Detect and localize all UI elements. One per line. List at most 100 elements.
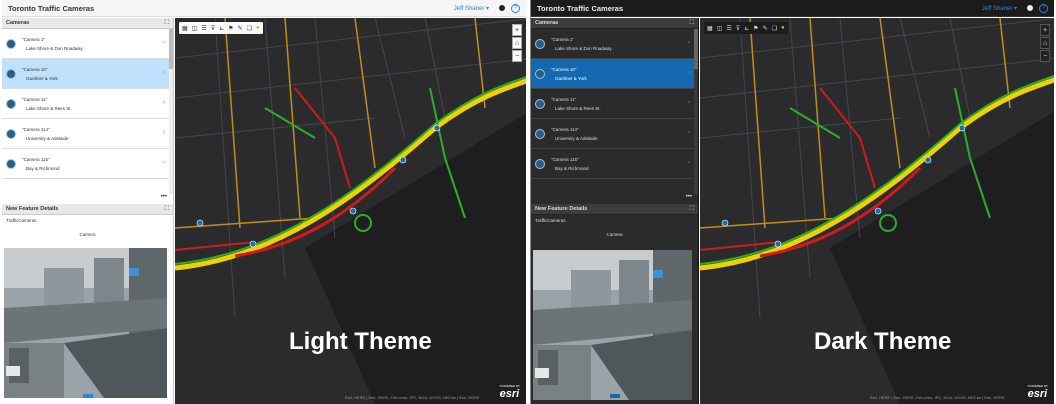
camera-name: "Camera 11": [551, 96, 577, 102]
measure-icon[interactable]: ⊾: [219, 25, 224, 32]
list-item[interactable]: "Camera 114" University & Adelaide ›: [2, 119, 173, 149]
list-item[interactable]: "Camera 115" Bay & Richmond ›: [531, 149, 698, 179]
map-view[interactable]: ▦ ◫ ☰ ⊽ ⊾ ⚑ ✎ ❏ ● + ⌂ − Dark Theme Esri,…: [700, 18, 1054, 404]
layer-name: TrafficCameras: [535, 218, 566, 223]
user-menu[interactable]: Jeff Shaner ▾: [982, 5, 1017, 12]
zoom-in-button[interactable]: +: [1040, 24, 1050, 36]
cameras-panel-title: Cameras: [535, 20, 559, 26]
edit-icon[interactable]: ❏: [772, 25, 777, 32]
expand-icon[interactable]: ⛶: [165, 206, 169, 213]
legend-icon[interactable]: ☰: [726, 25, 731, 32]
camera-location: University & Adelaide: [26, 135, 69, 141]
camera-name: "Camera 114": [22, 126, 50, 132]
filter-icon[interactable]: ⊽: [211, 25, 215, 32]
camera-name: "Camera 11": [22, 96, 48, 102]
cameras-panel-header: Cameras ⛶: [531, 18, 698, 29]
list-item[interactable]: "Camera 1" Lake Shore & Don Roadway ›: [531, 29, 698, 59]
measure-icon[interactable]: ⊾: [744, 25, 749, 32]
chevron-right-icon: ›: [163, 100, 165, 106]
camera-icon: [6, 98, 16, 109]
basemap-icon[interactable]: ◫: [717, 25, 723, 32]
cameras-panel-header: Cameras ⛶: [2, 18, 173, 29]
sidebar: Cameras ⛶ "Camera 1" Lake Shore & Don Roa…: [531, 18, 699, 404]
more-options-icon[interactable]: •••: [2, 194, 173, 202]
expand-icon[interactable]: ⛶: [690, 20, 694, 27]
camera-location: Gardiner & York: [555, 75, 587, 81]
expand-icon[interactable]: ⛶: [165, 20, 169, 27]
camera-location: Lake Shore & Rees St.: [26, 105, 72, 111]
list-scrollbar[interactable]: [169, 29, 173, 194]
chevron-right-icon: ›: [688, 40, 690, 46]
layers-icon[interactable]: ▦: [182, 25, 188, 32]
list-item[interactable]: "Camera 11" Lake Shore & Rees St. ›: [2, 89, 173, 119]
list-item[interactable]: "Camera 11" Lake Shore & Rees St. ›: [531, 89, 698, 119]
camera-location: Gardiner & York: [26, 75, 58, 81]
list-scrollbar[interactable]: [694, 29, 698, 194]
camera-icon: [6, 128, 16, 139]
more-options-icon[interactable]: •••: [531, 194, 698, 202]
expand-icon[interactable]: ⛶: [690, 206, 694, 213]
home-button[interactable]: ⌂: [1040, 37, 1050, 49]
zoom-in-button[interactable]: +: [512, 24, 522, 36]
camera-name: "Camera 115": [22, 156, 50, 162]
theme-label: Light Theme: [289, 328, 432, 355]
bookmark-icon[interactable]: ⚑: [753, 25, 758, 32]
locate-icon[interactable]: ●: [256, 25, 260, 31]
details-panel-header: New Feature Details ⛶: [2, 204, 173, 215]
cameras-panel-title: Cameras: [6, 20, 30, 26]
camera-icon: [535, 158, 545, 169]
chevron-right-icon: ›: [688, 160, 690, 166]
draw-icon[interactable]: ✎: [238, 25, 243, 32]
draw-icon[interactable]: ✎: [763, 25, 768, 32]
details-panel-title: New Feature Details: [535, 206, 588, 212]
esri-logo: POWERED BY esri: [499, 384, 520, 400]
camera-image: [533, 250, 692, 400]
user-menu[interactable]: Jeff Shaner ▾: [454, 5, 489, 12]
theme-toggle-icon[interactable]: [499, 5, 505, 11]
layers-icon[interactable]: ▦: [707, 25, 713, 32]
legend-icon[interactable]: ☰: [201, 25, 206, 32]
page-indicator[interactable]: [609, 394, 620, 398]
app-title: Toronto Traffic Cameras: [537, 3, 624, 13]
help-icon[interactable]: ?: [511, 3, 520, 13]
theme-toggle-icon[interactable]: [1027, 5, 1033, 11]
list-item[interactable]: "Camera 1" Lake Shore & Don Roadway ›: [2, 29, 173, 59]
edit-icon[interactable]: ❏: [247, 25, 252, 32]
camera-icon: [535, 128, 545, 139]
list-item[interactable]: "Camera 115" Bay & Richmond ›: [2, 149, 173, 179]
list-item[interactable]: "Camera 114" University & Adelaide ›: [531, 119, 698, 149]
map-attribution: Esri, HERE | Esri, HERE, DeLorme, IPC, N…: [870, 395, 1005, 400]
help-icon[interactable]: ?: [1039, 3, 1048, 13]
theme-label: Dark Theme: [814, 328, 952, 355]
app-title: Toronto Traffic Cameras: [8, 3, 95, 13]
camera-location: Lake Shore & Rees St.: [555, 105, 601, 111]
camera-icon: [535, 98, 545, 109]
chevron-right-icon: ›: [163, 70, 165, 76]
camera-location: University & Adelaide: [555, 135, 598, 141]
zoom-controls: + ⌂ −: [1040, 24, 1050, 63]
home-button[interactable]: ⌂: [512, 37, 522, 49]
page-indicator[interactable]: [82, 394, 93, 398]
camera-icon: [535, 68, 545, 79]
zoom-controls: + ⌂ −: [512, 24, 522, 63]
list-item-selected[interactable]: "Camera 10" Gardiner & York ›: [2, 59, 173, 89]
zoom-out-button[interactable]: −: [1040, 50, 1050, 62]
basemap-icon[interactable]: ◫: [192, 25, 198, 32]
filter-icon[interactable]: ⊽: [736, 25, 740, 32]
light-theme-app: Toronto Traffic Cameras Jeff Shaner ▾ ? …: [2, 0, 526, 404]
camera-list: "Camera 1" Lake Shore & Don Roadway › "Ca…: [531, 29, 698, 194]
camera-icon: [6, 68, 16, 79]
bookmark-icon[interactable]: ⚑: [228, 25, 233, 32]
list-item-selected[interactable]: "Camera 10" Gardiner & York ›: [531, 59, 698, 89]
camera-name: "Camera 1": [22, 36, 45, 42]
map-view[interactable]: ▦ ◫ ☰ ⊽ ⊾ ⚑ ✎ ❏ ● + ⌂ − Light Theme Esri…: [175, 18, 526, 404]
camera-name: "Camera 10": [22, 66, 48, 72]
camera-location: Lake Shore & Don Roadway: [555, 45, 612, 51]
camera-location: Lake Shore & Don Roadway: [26, 45, 83, 51]
chevron-right-icon: ›: [688, 70, 690, 76]
locate-icon[interactable]: ●: [781, 25, 785, 31]
camera-icon: [6, 38, 16, 49]
camera-name: "Camera 115": [551, 156, 579, 162]
app-header: Toronto Traffic Cameras Jeff Shaner ▾ ?: [2, 0, 526, 17]
zoom-out-button[interactable]: −: [512, 50, 522, 62]
